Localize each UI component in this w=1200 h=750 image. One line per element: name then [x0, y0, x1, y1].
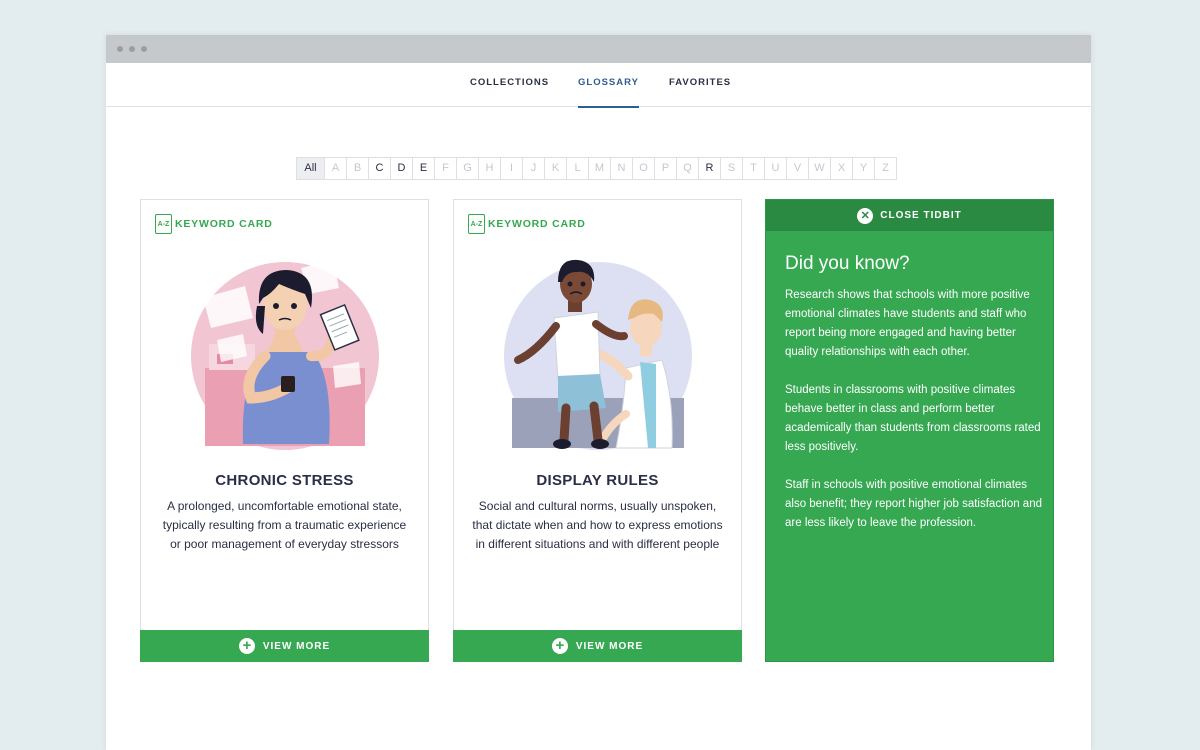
close-tidbit-button[interactable]: ✕ CLOSE TIDBIT	[766, 200, 1053, 231]
alphabet-letter-w[interactable]: W	[808, 157, 831, 180]
tidbit-body: Research shows that schools with more po…	[785, 286, 1043, 552]
tidbit-title: Did you know?	[785, 253, 910, 274]
keyword-card-label: KEYWORD CARD	[488, 218, 586, 230]
view-more-button[interactable]: + VIEW MORE	[453, 630, 742, 662]
alphabet-letter-x[interactable]: X	[830, 157, 853, 180]
card-description: A prolonged, uncomfortable emotional sta…	[162, 499, 407, 551]
alphabet-letter-r[interactable]: R	[698, 157, 721, 180]
tidbit-paragraph: Staff in schools with positive emotional…	[785, 479, 1042, 529]
alphabet-letter-o[interactable]: O	[632, 157, 655, 180]
alphabet-letter-f[interactable]: F	[434, 157, 457, 180]
alphabet-letter-c[interactable]: C	[368, 157, 391, 180]
alphabet-all[interactable]: All	[296, 157, 325, 180]
alphabet-letter-v[interactable]: V	[786, 157, 809, 180]
window-dot[interactable]	[129, 46, 135, 52]
alphabet-letter-m[interactable]: M	[588, 157, 611, 180]
alphabet-letter-b[interactable]: B	[346, 157, 369, 180]
view-more-button[interactable]: + VIEW MORE	[140, 630, 429, 662]
alphabet-letter-k[interactable]: K	[544, 157, 567, 180]
alphabet-letter-s[interactable]: S	[720, 157, 743, 180]
alphabet-letter-i[interactable]: I	[500, 157, 523, 180]
alphabet-letter-e[interactable]: E	[412, 157, 435, 180]
alphabet-letter-j[interactable]: J	[522, 157, 545, 180]
alphabet-filter: All ABCDEFGHIJKLMNOPQRSTUVWXYZ	[296, 157, 897, 180]
plus-circle-icon: +	[551, 638, 568, 654]
view-more-label: VIEW MORE	[575, 640, 644, 652]
tab-collections[interactable]: COLLECTIONS	[470, 63, 549, 107]
alphabet-letter-a[interactable]: A	[324, 157, 347, 180]
tab-glossary[interactable]: GLOSSARY	[578, 63, 639, 108]
alphabet-letter-p[interactable]: P	[654, 157, 677, 180]
alphabet-letter-n[interactable]: N	[610, 157, 633, 180]
alphabet-letter-g[interactable]: G	[456, 157, 479, 180]
window-dot[interactable]	[141, 46, 147, 52]
az-book-icon: A-Z	[468, 214, 485, 234]
keyword-card-display-rules: A-Z KEYWORD CARD DISPLAY RULES Social an…	[453, 199, 742, 662]
alphabet-letter-z[interactable]: Z	[874, 157, 897, 180]
card-description: Social and cultural norms, usually unspo…	[472, 499, 723, 551]
alphabet-letter-y[interactable]: Y	[852, 157, 875, 180]
tab-favorites[interactable]: FAVORITES	[669, 63, 731, 107]
keyword-card-tag: A-Z KEYWORD CARD	[468, 214, 586, 234]
stressed-woman-illustration	[191, 260, 379, 450]
az-book-icon: A-Z	[155, 214, 172, 234]
card-title: DISPLAY RULES	[536, 472, 659, 489]
browser-window: COLLECTIONS GLOSSARY FAVORITES All ABCDE…	[106, 35, 1091, 750]
close-icon: ✕	[857, 207, 874, 224]
window-titlebar	[106, 35, 1091, 63]
keyword-card-chronic-stress: A-Z KEYWORD CARD CHRONIC STRESS A prolon…	[140, 199, 429, 662]
card-title: CHRONIC STRESS	[215, 472, 354, 489]
alphabet-letter-h[interactable]: H	[478, 157, 501, 180]
alphabet-letter-q[interactable]: Q	[676, 157, 699, 180]
alphabet-letter-u[interactable]: U	[764, 157, 787, 180]
view-more-label: VIEW MORE	[262, 640, 331, 652]
window-dot[interactable]	[117, 46, 123, 52]
tidbit-panel: ✕ CLOSE TIDBIT Did you know? Research sh…	[765, 199, 1054, 662]
injured-boy-doctor-illustration	[504, 259, 692, 450]
keyword-card-label: KEYWORD CARD	[175, 218, 273, 230]
alphabet-letter-l[interactable]: L	[566, 157, 589, 180]
keyword-card-tag: A-Z KEYWORD CARD	[155, 214, 273, 234]
alphabet-letter-d[interactable]: D	[390, 157, 413, 180]
plus-circle-icon: +	[238, 638, 255, 654]
tidbit-paragraph: Students in classrooms with positive cli…	[785, 384, 1041, 453]
alphabet-letter-t[interactable]: T	[742, 157, 765, 180]
top-navigation: COLLECTIONS GLOSSARY FAVORITES	[106, 63, 1091, 108]
close-tidbit-label: CLOSE TIDBIT	[880, 210, 962, 221]
tidbit-paragraph: Research shows that schools with more po…	[785, 289, 1030, 358]
